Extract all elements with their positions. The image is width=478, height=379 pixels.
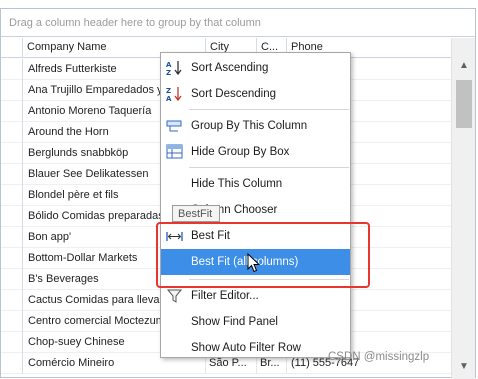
row-indicator-cell — [1, 143, 23, 164]
row-indicator-cell — [1, 164, 23, 185]
scroll-down-arrow-icon[interactable]: ▼ — [452, 361, 476, 377]
group-box-icon — [166, 144, 184, 160]
group-panel[interactable]: Drag a column header here to group by th… — [1, 9, 475, 37]
row-indicator-cell — [1, 206, 23, 227]
menu-item-label: Sort Ascending — [191, 62, 269, 74]
menu-separator — [189, 109, 349, 110]
menu-item-label: Show Auto Filter Row — [191, 342, 301, 354]
menu-item-label: Filter Editor... — [191, 290, 259, 302]
menu-item-sort-ascending[interactable]: AZ Sort Ascending — [161, 55, 350, 81]
svg-text:Z: Z — [166, 69, 171, 76]
svg-text:A: A — [166, 61, 172, 69]
row-indicator-cell — [1, 101, 23, 122]
row-indicator-cell — [1, 80, 23, 101]
menu-item-label: Show Find Panel — [191, 316, 278, 328]
row-indicator-cell — [1, 185, 23, 206]
menu-item-show-find-panel[interactable]: Show Find Panel — [161, 309, 350, 335]
menu-item-show-auto-filter-row[interactable]: Show Auto Filter Row — [161, 335, 350, 361]
row-indicator-cell — [1, 353, 23, 374]
vertical-scrollbar[interactable]: ▲ ▼ — [451, 38, 475, 379]
row-indicator-cell — [1, 311, 23, 332]
scroll-thumb[interactable] — [456, 80, 472, 128]
menu-item-label: Group By This Column — [191, 120, 308, 132]
row-indicator-cell — [1, 290, 23, 311]
svg-text:A: A — [166, 95, 172, 102]
menu-item-label: Sort Descending — [191, 88, 277, 100]
row-indicator-cell — [1, 227, 23, 248]
annotation-highlight-box — [156, 222, 370, 288]
mouse-pointer-icon — [247, 252, 261, 276]
scroll-up-arrow-icon[interactable]: ▲ — [452, 60, 476, 76]
filter-icon — [166, 288, 184, 304]
menu-separator — [189, 167, 349, 168]
row-indicator-cell — [1, 122, 23, 143]
tooltip: BestFit — [172, 205, 220, 222]
menu-item-label: Hide This Column — [191, 178, 283, 190]
row-indicator-cell — [1, 248, 23, 269]
menu-item-group-by-column[interactable]: Group By This Column — [161, 113, 350, 139]
row-indicator-cell — [1, 59, 23, 80]
sort-ascending-icon: AZ — [166, 60, 184, 77]
row-indicator-cell — [1, 332, 23, 353]
sort-descending-icon: ZA — [166, 86, 184, 103]
menu-item-sort-descending[interactable]: ZA Sort Descending — [161, 81, 350, 107]
group-by-column-icon — [166, 118, 184, 134]
row-indicator-cell — [1, 269, 23, 290]
menu-item-hide-group-by-box[interactable]: Hide Group By Box — [161, 139, 350, 165]
watermark-text: CSDN @missingzlp — [328, 351, 430, 363]
svg-text:Z: Z — [166, 87, 171, 95]
header-indicator-cell — [1, 38, 23, 58]
menu-item-label: Hide Group By Box — [191, 146, 290, 158]
menu-item-hide-this-column[interactable]: Hide This Column — [161, 171, 350, 197]
